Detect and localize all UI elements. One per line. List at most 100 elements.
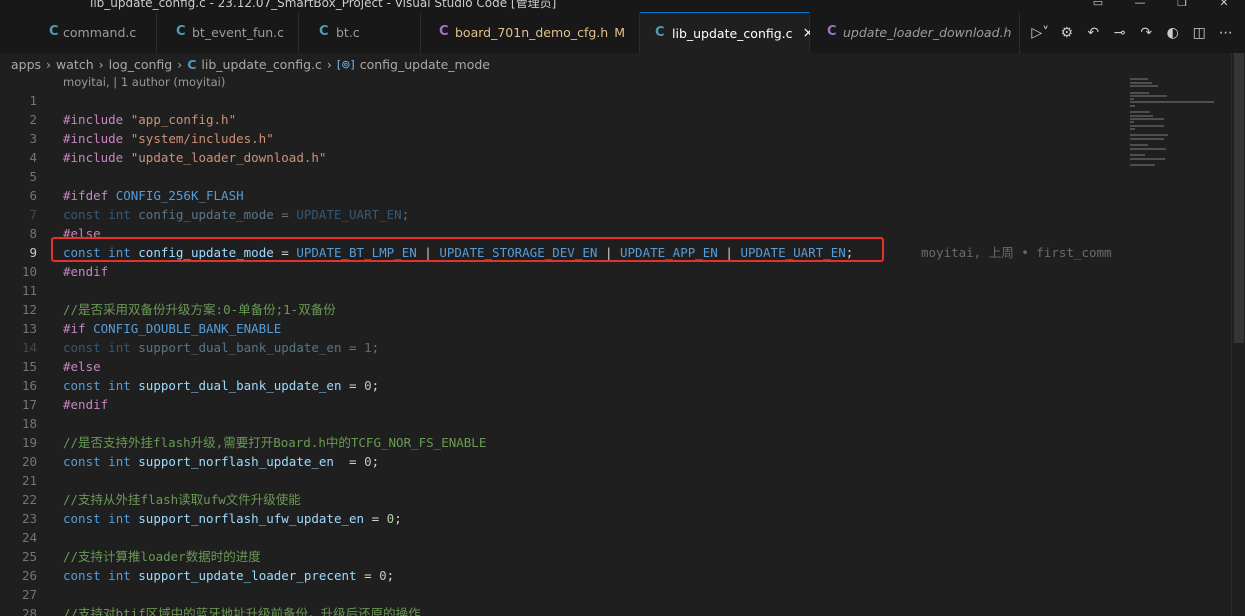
code-line: 5 bbox=[0, 167, 1122, 186]
code-text: #include "system/includes.h" bbox=[63, 131, 274, 146]
code-line: 15 #else bbox=[0, 357, 1122, 376]
minimap[interactable] bbox=[1122, 53, 1231, 616]
run-debug-icon[interactable]: ▷˅ bbox=[1029, 25, 1051, 41]
inline-git-blame: moyitai, 上周 • first_comm bbox=[921, 245, 1112, 260]
code-text: #else bbox=[63, 226, 101, 241]
code-text: #ifdef CONFIG_256K_FLASH bbox=[63, 188, 244, 203]
minimap-line bbox=[1130, 114, 1154, 117]
code-text: const int support_norflash_ufw_update_en… bbox=[63, 511, 402, 526]
code-text: //支持计算推loader数据时的进度 bbox=[63, 549, 261, 564]
minimap-line bbox=[1130, 117, 1164, 120]
minimap-line bbox=[1130, 134, 1168, 137]
minimap-line bbox=[1130, 127, 1135, 130]
minimap-line bbox=[1130, 104, 1135, 107]
tab-label: command.c bbox=[63, 25, 137, 40]
tab-label: lib_update_config.c bbox=[672, 25, 793, 41]
code-text: const int config_update_mode = UPDATE_BT… bbox=[63, 245, 854, 260]
code-line: 1 bbox=[0, 91, 1122, 110]
more-actions-icon[interactable]: ⋯ bbox=[1215, 25, 1237, 41]
code-line: 20 const int support_norflash_update_en =… bbox=[0, 452, 1122, 471]
h-file-icon: C bbox=[439, 24, 449, 39]
code-text: const int support_update_loader_precent … bbox=[63, 568, 395, 583]
tab-update-loader-download-h[interactable]: C update_loader_download.h bbox=[810, 12, 1020, 53]
variable-symbol-icon: [⊚] bbox=[336, 57, 355, 71]
breadcrumb-item[interactable]: apps bbox=[11, 57, 41, 72]
minimap-line bbox=[1130, 101, 1214, 104]
tab-bt-event-fun-c[interactable]: C bt_event_fun.c bbox=[157, 12, 299, 53]
compare-changes-icon[interactable]: ◐ bbox=[1162, 25, 1184, 41]
code-text: const int support_dual_bank_update_en = … bbox=[63, 340, 380, 355]
code-text: #if CONFIG_DOUBLE_BANK_ENABLE bbox=[63, 321, 282, 336]
c-file-icon: C bbox=[176, 24, 186, 39]
line-number: 5 bbox=[29, 169, 37, 184]
settings-gear-icon[interactable]: ⚙ bbox=[1056, 25, 1078, 41]
split-editor-icon[interactable]: ◫ bbox=[1188, 25, 1210, 41]
vertical-scrollbar[interactable] bbox=[1231, 53, 1245, 616]
minimap-line bbox=[1130, 164, 1155, 167]
code-line-inactive: 14 const int support_dual_bank_update_en … bbox=[0, 338, 1122, 357]
layout-toggle-icon[interactable]: ▭ bbox=[1077, 0, 1119, 10]
tab-label: update_loader_download.h bbox=[843, 25, 1012, 40]
scroll-thumb[interactable] bbox=[1234, 53, 1244, 343]
line-number: 9 bbox=[29, 245, 37, 260]
git-back-icon[interactable]: ↶ bbox=[1082, 25, 1104, 41]
restore-icon[interactable]: ❐ bbox=[1161, 0, 1203, 10]
title-bar: lib_update_config.c - 23.12.07_SmartBox_… bbox=[0, 0, 1245, 12]
git-commit-icon[interactable]: ⊸ bbox=[1109, 25, 1131, 41]
code-text: //是否采用双备份升级方案:0-单备份;1-双备份 bbox=[63, 302, 336, 317]
minimap-line bbox=[1130, 154, 1146, 157]
code-line: 22 //支持从外挂flash读取ufw文件升级使能 bbox=[0, 490, 1122, 509]
code-editor[interactable]: 1 2 #include "app_config.h" 3 #include "sy… bbox=[0, 91, 1122, 616]
code-text: const int support_norflash_update_en = 0… bbox=[63, 454, 380, 469]
code-line: 17 #endif bbox=[0, 395, 1122, 414]
code-line-current: 9 const int config_update_mode = UPDATE_B… bbox=[0, 243, 1122, 262]
line-number: 19 bbox=[21, 435, 37, 450]
breadcrumb-item[interactable]: config_update_mode bbox=[360, 57, 490, 72]
modified-indicator: M bbox=[614, 25, 625, 40]
c-file-icon: C bbox=[49, 24, 59, 39]
line-number: 27 bbox=[21, 587, 37, 602]
code-line-inactive: 7 const int config_update_mode = UPDATE_U… bbox=[0, 205, 1122, 224]
line-number: 26 bbox=[21, 568, 37, 583]
chevron-right-icon: › bbox=[98, 56, 104, 72]
tab-command-c[interactable]: C command.c bbox=[0, 12, 157, 53]
line-number: 2 bbox=[29, 112, 37, 127]
minimap-line bbox=[1130, 111, 1150, 114]
minimap-line bbox=[1130, 137, 1164, 140]
code-line: 11 bbox=[0, 281, 1122, 300]
minimap-line bbox=[1130, 98, 1134, 101]
code-line: 6 #ifdef CONFIG_256K_FLASH bbox=[0, 186, 1122, 205]
code-line: 2 #include "app_config.h" bbox=[0, 110, 1122, 129]
tab-bt-c[interactable]: C bt.c bbox=[299, 12, 421, 53]
code-text: //支持从外挂flash读取ufw文件升级使能 bbox=[63, 492, 301, 507]
code-line: 3 #include "system/includes.h" bbox=[0, 129, 1122, 148]
close-window-icon[interactable]: ✕ bbox=[1203, 0, 1245, 10]
code-line: 19 //是否支持外挂flash升级,需要打开Board.h中的TCFG_NOR_… bbox=[0, 433, 1122, 452]
tab-lib-update-config-c[interactable]: C lib_update_config.c × bbox=[640, 12, 814, 53]
h-file-icon: C bbox=[827, 24, 837, 39]
breadcrumb-item[interactable]: lib_update_config.c bbox=[201, 57, 322, 72]
tab-board-701n-demo-cfg-h[interactable]: C board_701n_demo_cfg.h M bbox=[421, 12, 640, 53]
c-file-icon: C bbox=[319, 24, 329, 39]
line-number: 24 bbox=[21, 530, 37, 545]
code-text: #else bbox=[63, 359, 101, 374]
minimap-line bbox=[1130, 94, 1167, 97]
code-line: 23 const int support_norflash_ufw_update_… bbox=[0, 509, 1122, 528]
minimap-line bbox=[1130, 147, 1166, 150]
code-text: #endif bbox=[63, 397, 109, 412]
code-line: 25 //支持计算推loader数据时的进度 bbox=[0, 547, 1122, 566]
code-line: 16 const int support_dual_bank_update_en … bbox=[0, 376, 1122, 395]
minimap-line bbox=[1130, 91, 1150, 94]
breadcrumb-item[interactable]: watch bbox=[56, 57, 94, 72]
line-number: 7 bbox=[29, 207, 37, 222]
c-file-icon: C bbox=[655, 25, 665, 40]
code-line: 13 #if CONFIG_DOUBLE_BANK_ENABLE bbox=[0, 319, 1122, 338]
minimize-icon[interactable]: — bbox=[1119, 0, 1161, 10]
code-text: #include "app_config.h" bbox=[63, 112, 237, 127]
tab-label: bt_event_fun.c bbox=[192, 25, 285, 40]
code-line: 26 const int support_update_loader_precen… bbox=[0, 566, 1122, 585]
git-forward-icon[interactable]: ↷ bbox=[1135, 25, 1157, 41]
breadcrumb-item[interactable]: log_config bbox=[109, 57, 173, 72]
line-number: 8 bbox=[29, 226, 37, 241]
line-number: 11 bbox=[21, 283, 37, 298]
